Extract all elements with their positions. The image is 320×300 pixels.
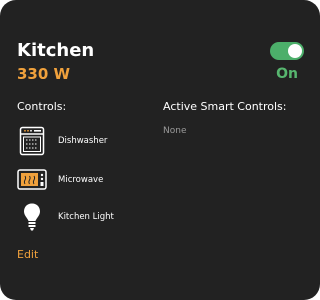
toggle-knob — [288, 44, 302, 58]
light-bulb-icon — [17, 202, 47, 232]
device-label: Dishwasher — [58, 136, 108, 146]
dishwasher-icon — [17, 126, 47, 156]
power-reading: 330 W — [17, 65, 71, 83]
smart-controls-empty: None — [163, 126, 187, 136]
device-kitchen-light[interactable]: Kitchen Light — [17, 202, 114, 232]
room-toggle[interactable] — [270, 42, 304, 60]
device-microwave[interactable]: Microwave — [17, 165, 103, 195]
smart-controls-heading: Active Smart Controls: — [163, 100, 287, 113]
controls-heading: Controls: — [17, 100, 67, 113]
edit-button[interactable]: Edit — [17, 248, 38, 261]
room-title: Kitchen — [17, 40, 95, 61]
room-card: Kitchen 330 W On Controls: Active Smart … — [0, 0, 320, 300]
toggle-status-label: On — [276, 66, 298, 82]
device-label: Kitchen Light — [58, 212, 114, 222]
microwave-icon — [17, 165, 47, 195]
device-label: Microwave — [58, 175, 104, 185]
device-dishwasher[interactable]: Dishwasher — [17, 126, 107, 156]
